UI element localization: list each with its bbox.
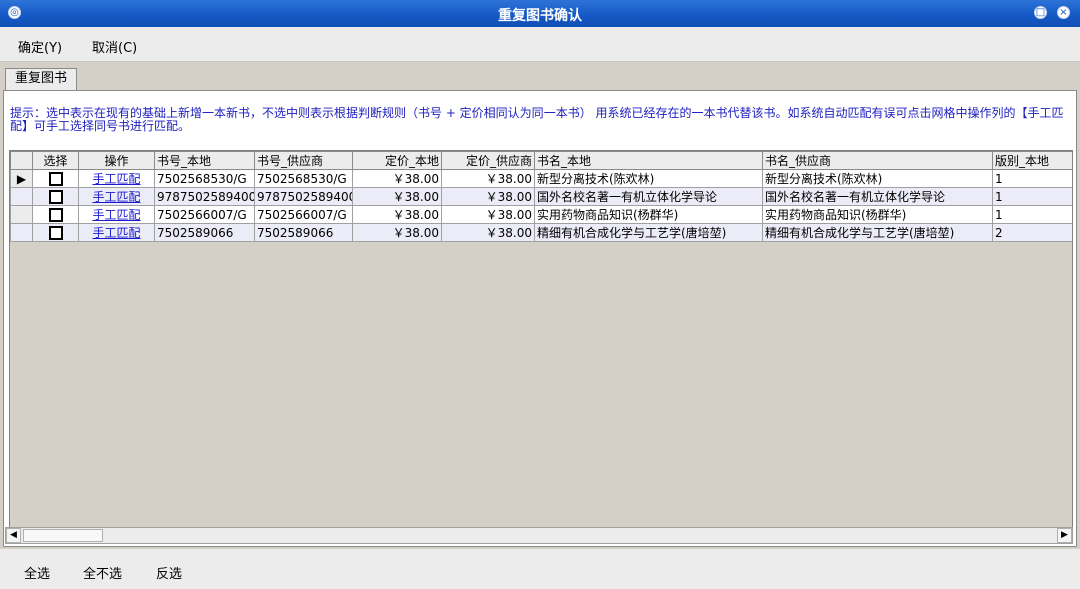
scroll-left-button[interactable]: ◀ (6, 528, 21, 543)
row-indicator-header (10, 151, 33, 170)
edition-local-cell: 1 (992, 187, 1072, 206)
title-local-cell: 精细有机合成化学与工艺学(唐培堃) (534, 223, 763, 242)
price-supplier-cell: ￥38.00 (441, 187, 535, 206)
isbn-supplier-cell: 7502568530/G (254, 169, 353, 188)
edition-local-cell: 1 (992, 169, 1072, 188)
confirm-button[interactable]: 确定(Y) (18, 37, 62, 56)
manual-match-link[interactable]: 手工匹配 (78, 205, 155, 224)
price-supplier-cell: ￥38.00 (441, 205, 535, 224)
row-indicator (10, 187, 33, 206)
isbn-local-cell: 7502589066 (154, 223, 255, 242)
triangle-right-icon: ▶ (1061, 530, 1068, 540)
isbn-supplier-cell: 7502589066 (254, 223, 353, 242)
column-header-select[interactable]: 选择 (32, 151, 79, 170)
title-supplier-cell: 精细有机合成化学与工艺学(唐培堃) (762, 223, 993, 242)
column-header-isbn-supplier[interactable]: 书号_供应商 (254, 151, 353, 170)
price-local-cell: ￥38.00 (352, 169, 442, 188)
row-indicator (10, 223, 33, 242)
title-bar: ◎ 重复图书确认 □ × (0, 0, 1080, 27)
title-local-cell: 国外名校名著一有机立体化学导论 (534, 187, 763, 206)
select-checkbox[interactable] (48, 225, 63, 240)
title-supplier-cell: 新型分离技术(陈欢林) (762, 169, 993, 188)
grid-table: 选择 操作 书号_本地 书号_供应商 定价_本地 定价_供应商 书名_本地 书名… (10, 151, 1072, 242)
select-cell[interactable] (32, 205, 79, 224)
isbn-local-cell: 9787502589400 (154, 187, 255, 206)
price-supplier-cell: ￥38.00 (441, 169, 535, 188)
table-row[interactable]: 手工匹配 7502566007/G 7502566007/G ￥38.00 ￥3… (10, 205, 1072, 224)
footer-bar: 全选 全不选 反选 (0, 549, 1080, 589)
edition-local-cell: 2 (992, 223, 1072, 242)
table-row[interactable]: ▶ 手工匹配 7502568530/G 7502568530/G ￥38.00 … (10, 169, 1072, 188)
manual-match-link[interactable]: 手工匹配 (78, 187, 155, 206)
price-supplier-cell: ￥38.00 (441, 223, 535, 242)
select-cell[interactable] (32, 223, 79, 242)
table-row[interactable]: 手工匹配 9787502589400 9787502589400 ￥38.00 … (10, 187, 1072, 206)
table-row[interactable]: 手工匹配 7502589066 7502589066 ￥38.00 ￥38.00… (10, 223, 1072, 242)
select-checkbox[interactable] (48, 207, 63, 222)
price-local-cell: ￥38.00 (352, 223, 442, 242)
scrollbar-thumb[interactable] (23, 529, 103, 542)
data-grid: 选择 操作 书号_本地 书号_供应商 定价_本地 定价_供应商 书名_本地 书名… (9, 150, 1073, 542)
select-checkbox[interactable] (48, 189, 63, 204)
isbn-supplier-cell: 7502566007/G (254, 205, 353, 224)
column-header-title-supplier[interactable]: 书名_供应商 (762, 151, 993, 170)
cancel-button[interactable]: 取消(C) (92, 37, 137, 56)
grid-header-row: 选择 操作 书号_本地 书号_供应商 定价_本地 定价_供应商 书名_本地 书名… (10, 151, 1072, 170)
isbn-supplier-cell: 9787502589400 (254, 187, 353, 206)
select-all-button[interactable]: 全选 (24, 563, 50, 582)
select-cell[interactable] (32, 187, 79, 206)
triangle-left-icon: ◀ (10, 530, 17, 540)
column-header-edition-local[interactable]: 版别_本地 (992, 151, 1072, 170)
horizontal-scrollbar[interactable]: ◀ ▶ (5, 527, 1073, 544)
close-icon[interactable]: × (1057, 6, 1070, 19)
manual-match-link[interactable]: 手工匹配 (78, 169, 155, 188)
row-indicator (10, 205, 33, 224)
triangle-right-icon: ▶ (16, 171, 27, 186)
tab-strip: 重复图书 (0, 62, 1080, 90)
select-cell[interactable] (32, 169, 79, 188)
column-header-title-local[interactable]: 书名_本地 (534, 151, 763, 170)
price-local-cell: ￥38.00 (352, 205, 442, 224)
maximize-icon[interactable]: □ (1034, 6, 1047, 19)
title-supplier-cell: 实用药物商品知识(杨群华) (762, 205, 993, 224)
scroll-right-button[interactable]: ▶ (1057, 528, 1072, 543)
invert-selection-button[interactable]: 反选 (156, 563, 182, 582)
select-checkbox[interactable] (48, 171, 63, 186)
hint-text: 提示：选中表示在现有的基础上新增一本新书，不选中则表示根据判断规则（书号 + 定… (10, 106, 1064, 133)
tab-panel: 提示：选中表示在现有的基础上新增一本新书，不选中则表示根据判断规则（书号 + 定… (3, 90, 1077, 547)
manual-match-link[interactable]: 手工匹配 (78, 223, 155, 242)
isbn-local-cell: 7502568530/G (154, 169, 255, 188)
price-local-cell: ￥38.00 (352, 187, 442, 206)
column-header-price-supplier[interactable]: 定价_供应商 (441, 151, 535, 170)
column-header-price-local[interactable]: 定价_本地 (352, 151, 442, 170)
row-indicator: ▶ (10, 169, 33, 188)
title-supplier-cell: 国外名校名著一有机立体化学导论 (762, 187, 993, 206)
tab-duplicate-books[interactable]: 重复图书 (5, 68, 77, 90)
column-header-action[interactable]: 操作 (78, 151, 155, 170)
select-none-button[interactable]: 全不选 (83, 563, 122, 582)
window-title: 重复图书确认 (498, 8, 582, 24)
column-header-isbn-local[interactable]: 书号_本地 (154, 151, 255, 170)
menu-bar: 确定(Y) 取消(C) (0, 27, 1080, 62)
title-local-cell: 实用药物商品知识(杨群华) (534, 205, 763, 224)
edition-local-cell: 1 (992, 205, 1072, 224)
title-local-cell: 新型分离技术(陈欢林) (534, 169, 763, 188)
isbn-local-cell: 7502566007/G (154, 205, 255, 224)
